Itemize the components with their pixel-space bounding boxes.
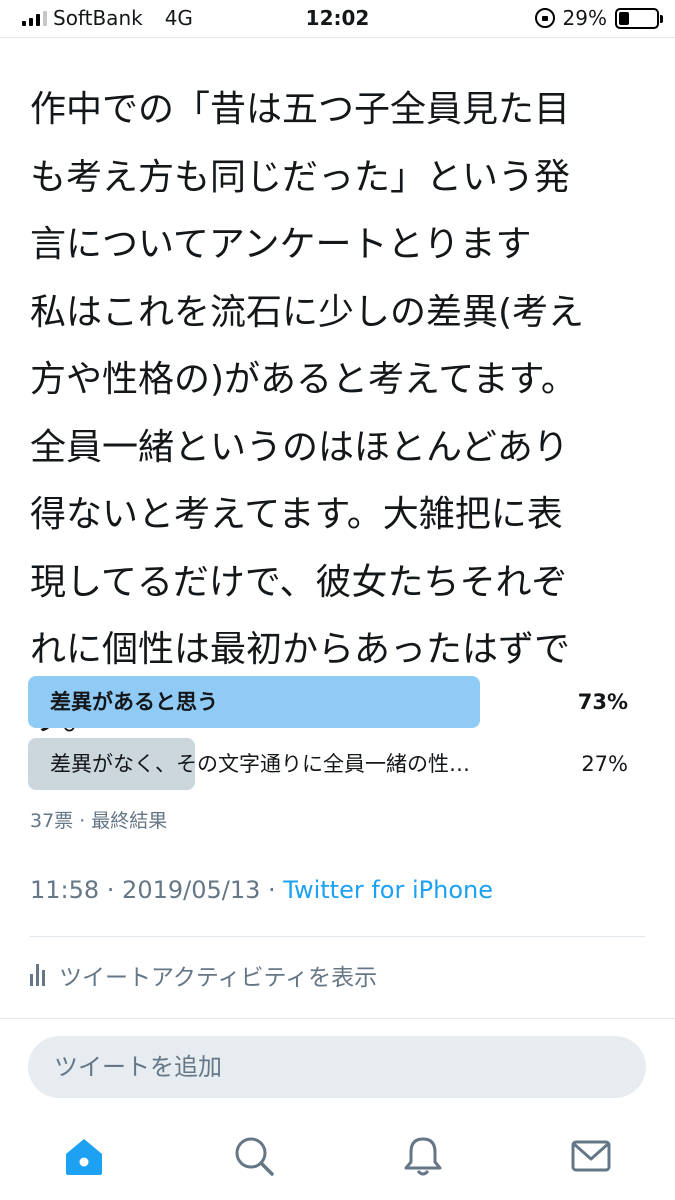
- home-icon[interactable]: [62, 1134, 106, 1178]
- poll-option-label: 差異がなく、その文字通りに全員一緒の性…: [50, 752, 470, 776]
- battery-icon: [615, 7, 663, 29]
- poll-meta: 37票 · 最終結果: [30, 810, 168, 832]
- status-bar: SoftBank 4G 12:02 29%: [0, 0, 675, 38]
- poll-option-1: 差異があると思う 73%: [28, 676, 628, 728]
- tweet-text: 作中での「昔は五つ子全員見た目 も考え方も同じだった」という発 言についてアンケ…: [30, 89, 585, 738]
- notifications-icon[interactable]: [401, 1134, 445, 1178]
- tweet-activity-link[interactable]: ツイートアクティビティを表示: [30, 958, 377, 992]
- battery-percent: 29%: [562, 6, 607, 30]
- timestamp-date: 11:58 · 2019/05/13 ·: [30, 876, 284, 904]
- search-icon[interactable]: [232, 1134, 276, 1178]
- reply-input[interactable]: ツイートを追加: [28, 1036, 646, 1098]
- poll-option-percent: 27%: [581, 752, 628, 776]
- poll-option-percent: 73%: [577, 690, 628, 714]
- status-divider: [0, 37, 675, 38]
- poll-option-2: 差異がなく、その文字通りに全員一緒の性… 27%: [28, 738, 628, 790]
- battery-fill: [619, 11, 630, 25]
- divider: [0, 1018, 675, 1019]
- tweet-timestamp: 11:58 · 2019/05/13 · Twitter for iPhone: [30, 876, 493, 904]
- tweet-activity-label: ツイートアクティビティを表示: [59, 965, 378, 991]
- divider: [30, 936, 645, 937]
- poll-option-label: 差異があると思う: [50, 690, 218, 714]
- stats-icon: [30, 964, 45, 986]
- poll: 差異があると思う 73% 差異がなく、その文字通りに全員一緒の性… 27%: [28, 676, 628, 800]
- tab-bar: [0, 1122, 675, 1200]
- messages-icon[interactable]: [569, 1134, 613, 1178]
- orientation-lock-icon: [534, 8, 555, 28]
- tweet-source-link[interactable]: Twitter for iPhone: [283, 876, 493, 904]
- status-right: 29%: [534, 6, 663, 30]
